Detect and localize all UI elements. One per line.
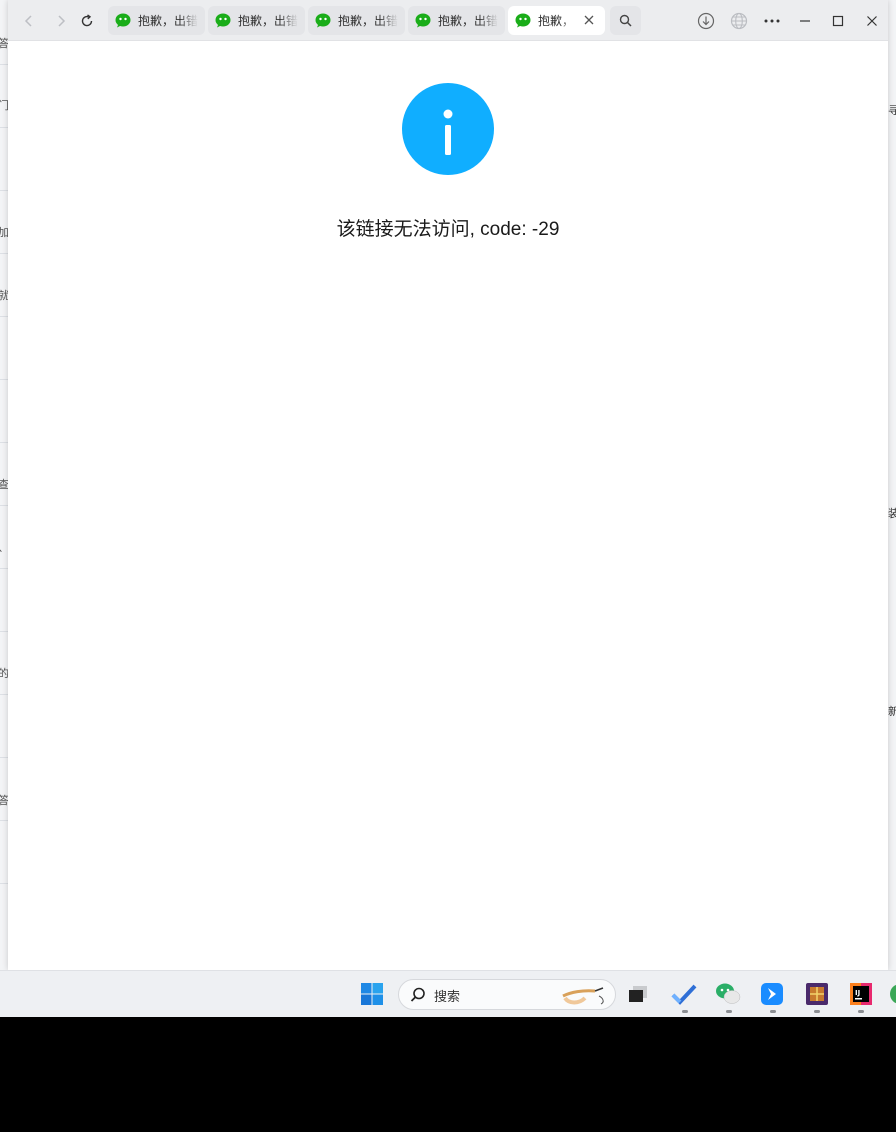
browser-tab-active[interactable]: 抱歉，: [508, 6, 605, 35]
tab-title: 抱歉，出错了: [238, 14, 298, 28]
bg-text: 门: [0, 99, 8, 112]
wechat-icon: [415, 13, 432, 28]
back-arrow-icon[interactable]: [17, 9, 41, 33]
bg-text: 装: [888, 507, 896, 520]
bg-text: 答: [0, 37, 8, 50]
bg-text: 答: [0, 794, 8, 807]
tab-title: 抱歉，出错了: [338, 14, 398, 28]
globe-icon[interactable]: [727, 9, 751, 33]
taskbar: 搜索 IJ: [0, 970, 896, 1017]
feishu-icon[interactable]: [759, 981, 785, 1007]
partial-app-icon[interactable]: [888, 981, 896, 1007]
refresh-icon[interactable]: [75, 9, 99, 33]
browser-tab[interactable]: 抱歉，出错了: [208, 6, 305, 35]
maximize-icon[interactable]: [826, 9, 850, 33]
search-icon[interactable]: [610, 6, 641, 35]
offscreen-area: [0, 1017, 896, 1132]
todo-icon[interactable]: [671, 981, 697, 1007]
search-placeholder: 搜索: [434, 990, 461, 1005]
bg-text: 加: [0, 226, 8, 239]
background-window-left-edge: 答 门 加 就 查 、看 的 答: [0, 0, 8, 970]
windows-start-icon[interactable]: [359, 981, 385, 1007]
task-view-icon[interactable]: [625, 981, 651, 1007]
bg-text: 新: [888, 705, 896, 718]
search-highlight-icon: [559, 982, 611, 1012]
tab-close-icon[interactable]: [581, 12, 597, 28]
background-window-right-edge: 寻 装 新: [888, 0, 896, 970]
download-icon[interactable]: [694, 9, 718, 33]
bg-text: 寻: [888, 104, 896, 117]
error-message: 该链接无法访问, code: -29: [336, 219, 560, 240]
tab-title: 抱歉，出错了: [438, 14, 498, 28]
wechat-icon: [115, 13, 132, 28]
browser-tab[interactable]: 抱歉，出错了: [108, 6, 205, 35]
close-icon[interactable]: [860, 9, 884, 33]
bg-text: 查: [0, 478, 8, 491]
game-app-icon[interactable]: [804, 981, 830, 1007]
more-icon[interactable]: [760, 9, 784, 33]
title-bar: 抱歉，出错了 抱歉，出错了 抱歉，出错了 抱歉，出错了: [8, 0, 888, 41]
tab-title: 抱歉，出错了: [138, 14, 198, 28]
bg-text: 的: [0, 667, 8, 680]
minimize-icon[interactable]: [793, 9, 817, 33]
wechat-icon: [315, 13, 332, 28]
bg-text: 就: [0, 289, 8, 302]
forward-arrow-icon[interactable]: [49, 9, 73, 33]
intellij-idea-icon[interactable]: IJ: [848, 981, 874, 1007]
search-icon: [410, 987, 426, 1007]
browser-tab[interactable]: 抱歉，出错了: [308, 6, 405, 35]
wechat-icon: [515, 13, 532, 28]
wechat-icon[interactable]: [715, 981, 741, 1007]
wechat-icon: [215, 13, 232, 28]
browser-tab[interactable]: 抱歉，出错了: [408, 6, 505, 35]
page-content: 该链接无法访问, code: -29: [8, 41, 888, 970]
svg-text:IJ: IJ: [855, 989, 860, 997]
info-icon: [402, 83, 494, 175]
desktop-screen: 答 门 加 就 查 、看 的 答 寻 装 新 抱歉: [0, 0, 896, 1017]
tab-title: 抱歉，: [538, 14, 572, 28]
taskbar-search-box[interactable]: 搜索: [398, 979, 616, 1010]
bg-text: 、看: [0, 539, 8, 555]
browser-window: 抱歉，出错了 抱歉，出错了 抱歉，出错了 抱歉，出错了: [8, 0, 888, 970]
